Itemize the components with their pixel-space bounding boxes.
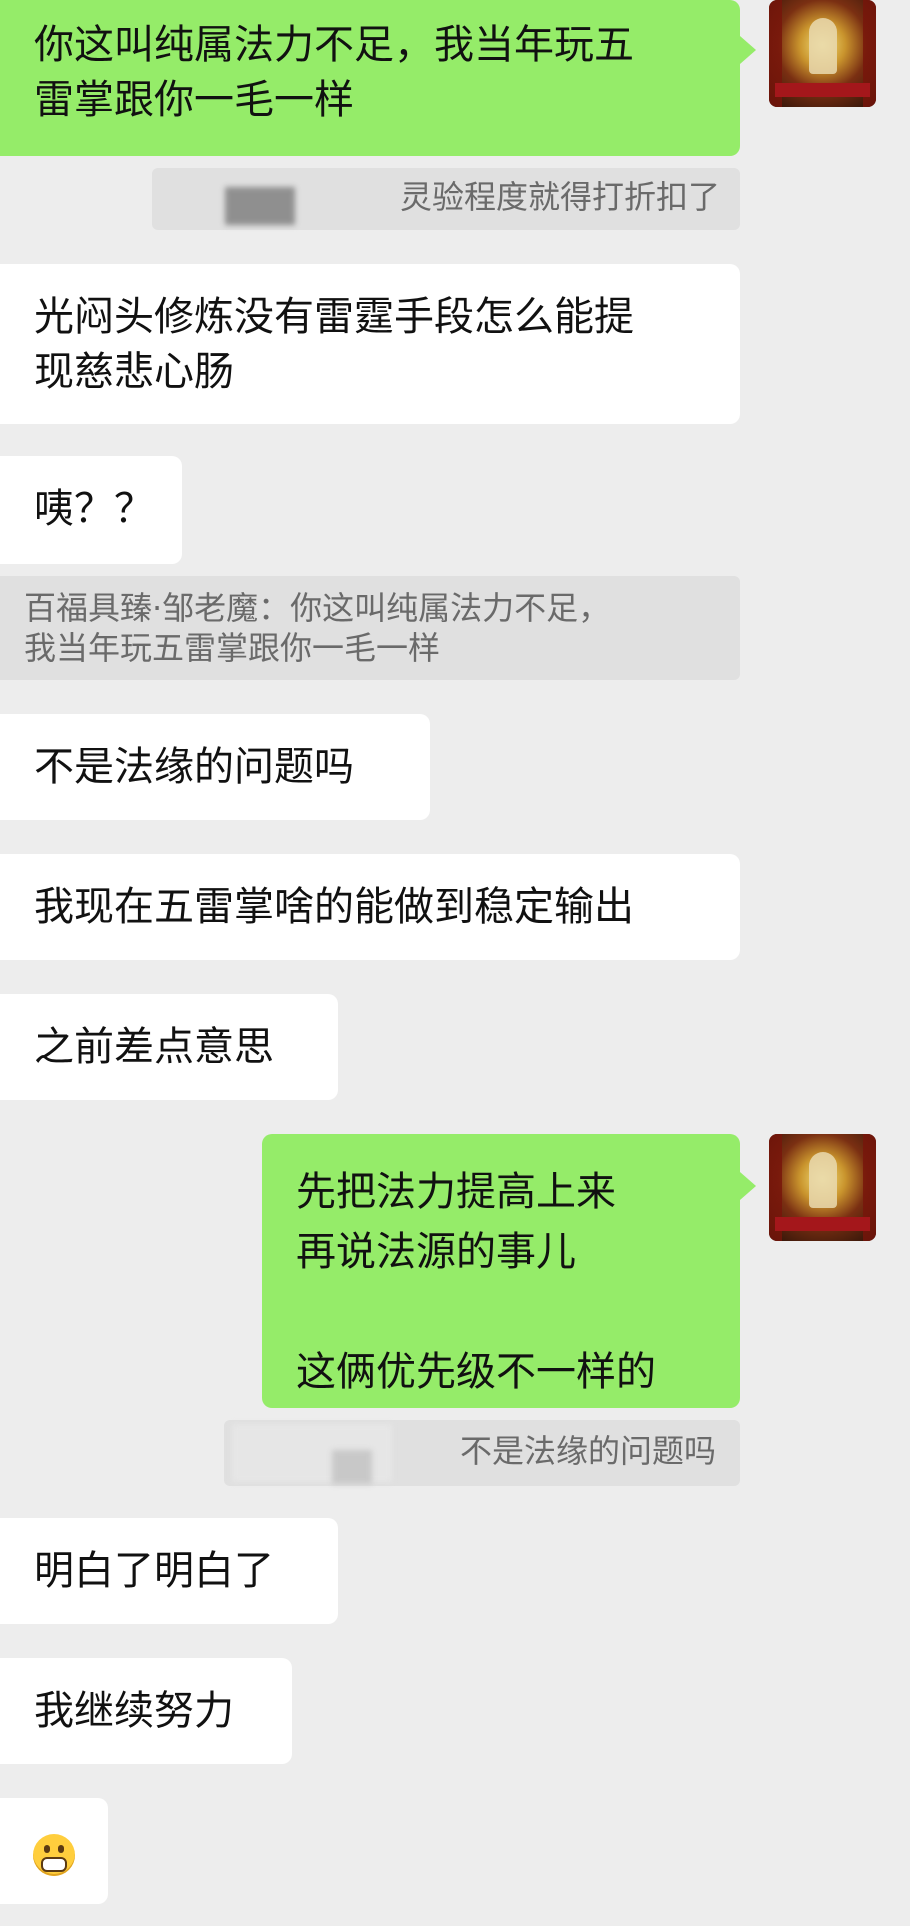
- bubble-tail: [740, 36, 756, 64]
- outgoing-message[interactable]: 你这叫纯属法力不足，我当年玩五 雷掌跟你一毛一样: [0, 0, 740, 156]
- quoted-reply[interactable]: 百福具臻·邹老魔：你这叫纯属法力不足， 我当年玩五雷掌跟你一毛一样: [0, 576, 740, 680]
- incoming-message[interactable]: 不是法缘的问题吗: [0, 714, 430, 820]
- avatar[interactable]: [769, 0, 876, 107]
- avatar[interactable]: [769, 1134, 876, 1241]
- bubble-tail: [740, 1172, 756, 1200]
- incoming-message[interactable]: 咦？？: [0, 456, 182, 564]
- incoming-message[interactable]: 我现在五雷掌啥的能做到稳定输出: [0, 854, 740, 960]
- incoming-message[interactable]: 光闷头修炼没有雷霆手段怎么能提 现慈悲心肠: [0, 264, 740, 424]
- incoming-message[interactable]: 明白了明白了: [0, 1518, 338, 1624]
- incoming-message[interactable]: 之前差点意思: [0, 994, 338, 1100]
- grinning-face-icon: [33, 1834, 75, 1876]
- blurred-name: [225, 187, 295, 225]
- outgoing-message[interactable]: 先把法力提高上来 再说法源的事儿 这俩优先级不一样的: [262, 1134, 740, 1408]
- incoming-message[interactable]: 我继续努力: [0, 1658, 292, 1764]
- blurred-name: [332, 1450, 372, 1484]
